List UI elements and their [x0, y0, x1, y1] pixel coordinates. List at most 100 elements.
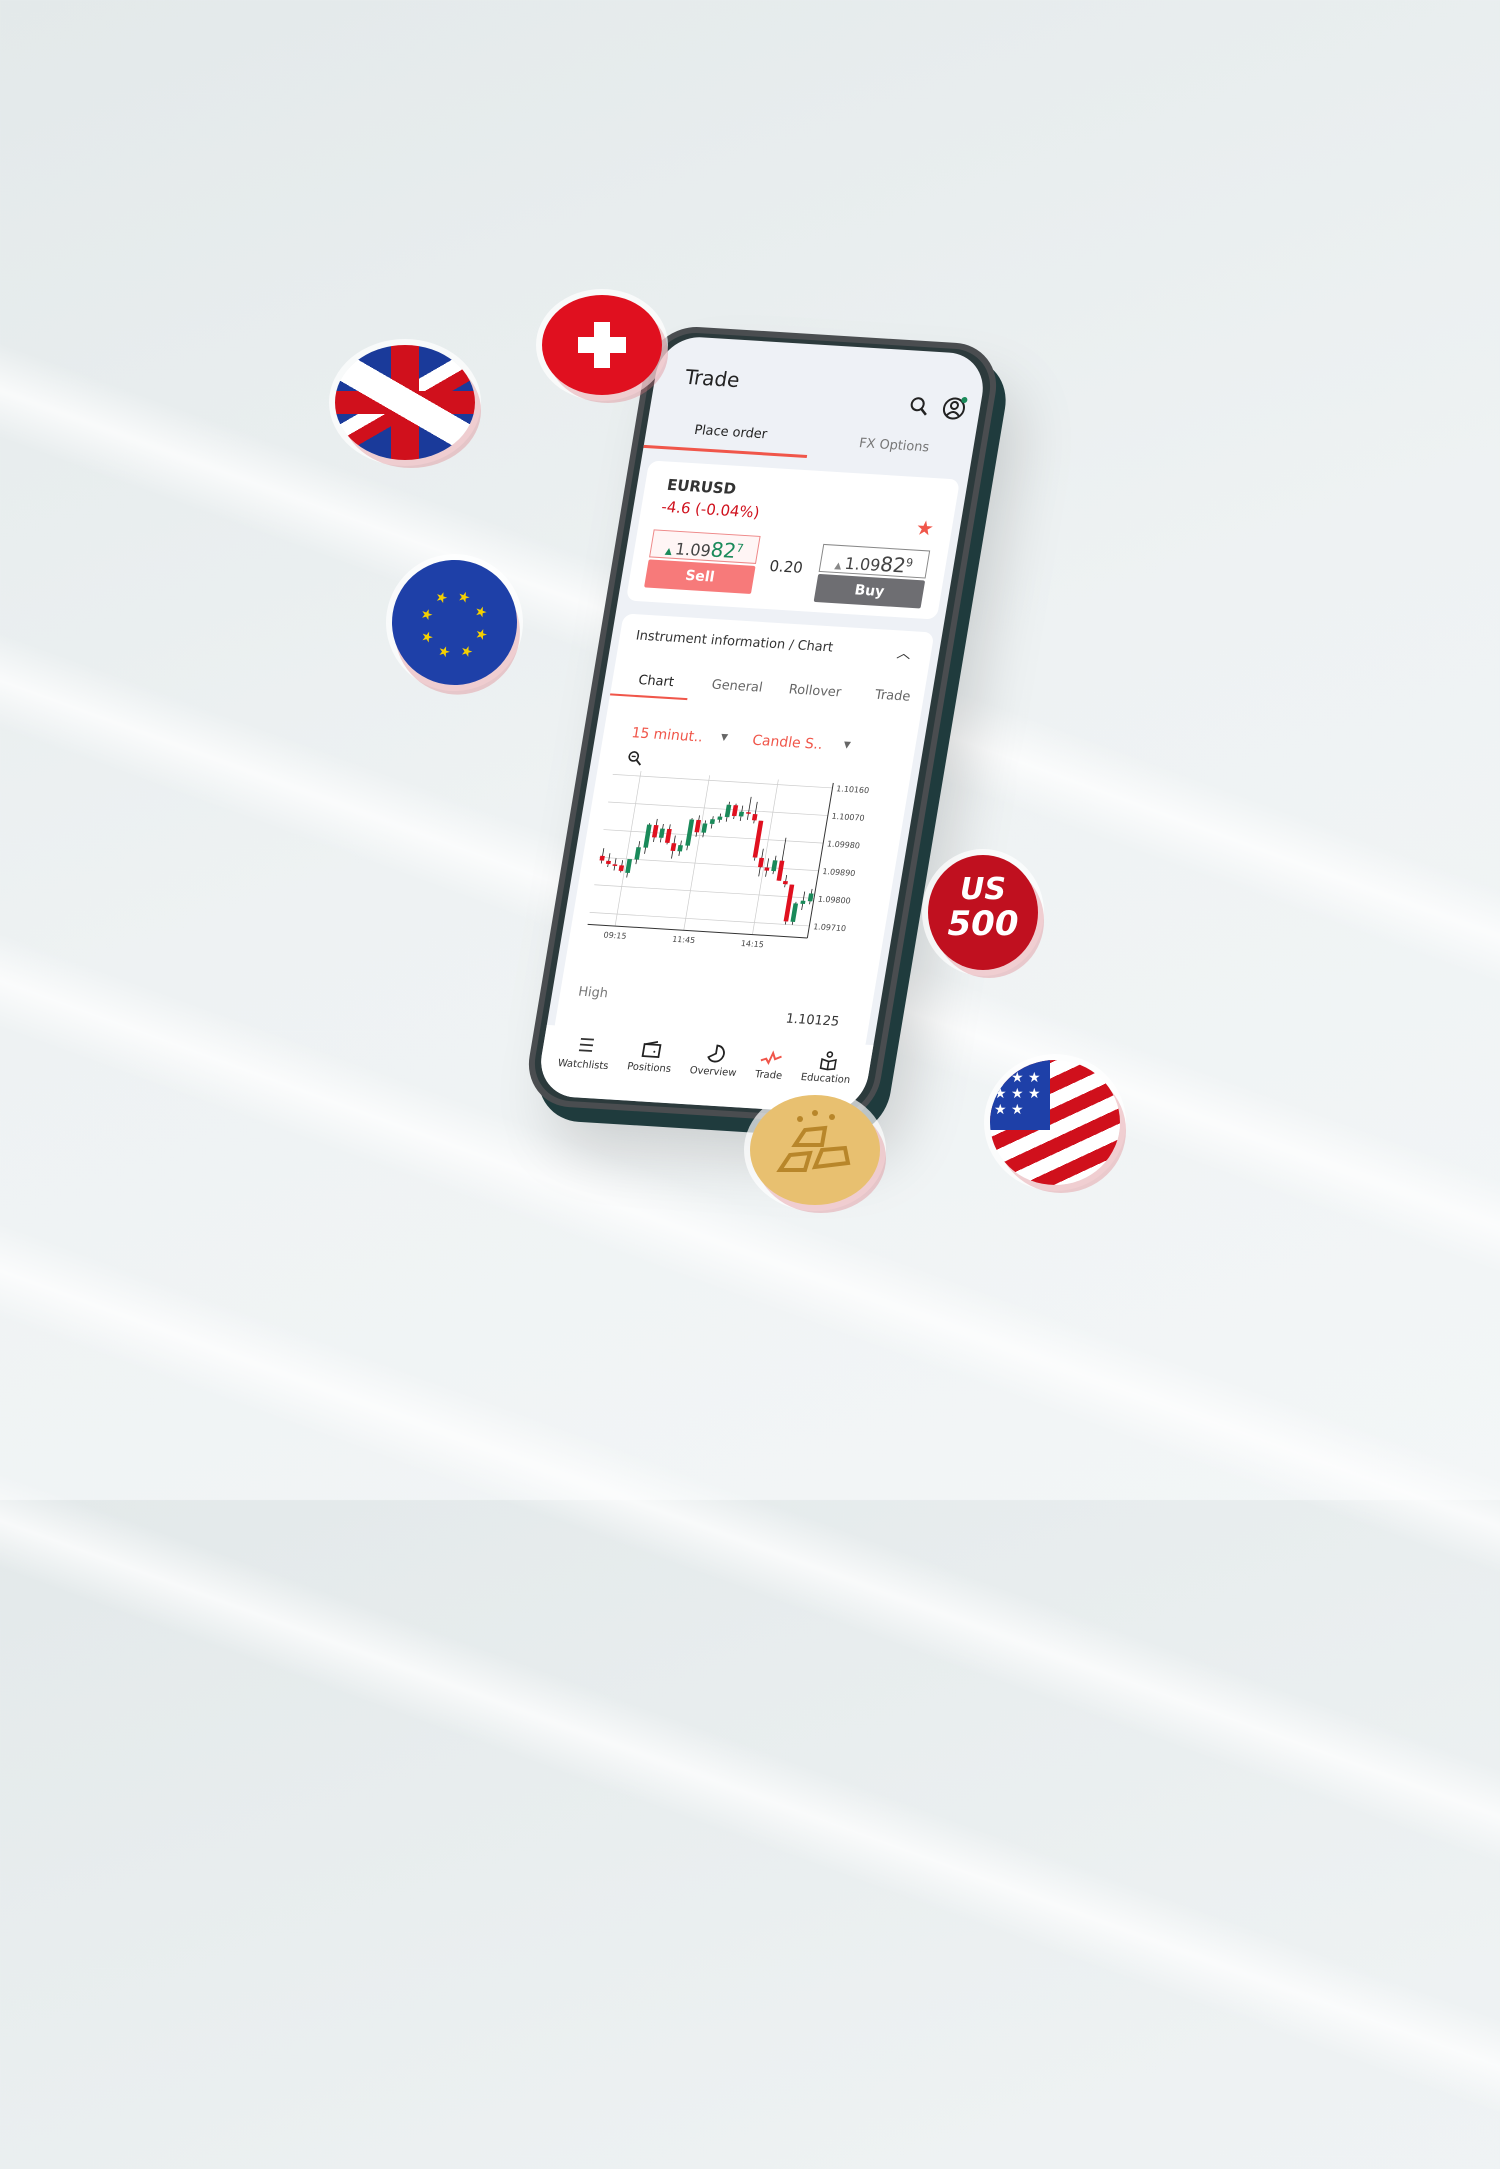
buy-button[interactable]: Buy [814, 574, 926, 609]
y-tick-label: 1.10160 [836, 784, 870, 795]
sell-button[interactable]: Sell [644, 559, 756, 594]
candle-body [685, 819, 694, 845]
candle-body [670, 843, 676, 851]
candle-body [600, 856, 605, 861]
candle-body [725, 805, 732, 818]
grid-line [613, 774, 833, 788]
nav-positions[interactable]: Positions [622, 1038, 676, 1103]
dropdown-icon[interactable]: ▼ [720, 733, 729, 743]
nav-watchlists[interactable]: ☰Watchlists [552, 1034, 613, 1099]
candle-body [758, 858, 764, 867]
candle-body [808, 893, 814, 901]
subtab-rollover[interactable]: Rollover [788, 682, 843, 700]
spread: 0.20 [768, 557, 804, 577]
grid-line [599, 857, 819, 871]
candle-body [717, 817, 722, 820]
instrument-info-panel: Instrument information / Chart ︿ Chart G… [553, 613, 934, 1052]
tab-place-order[interactable]: Place order [693, 423, 768, 442]
y-tick-label: 1.10070 [831, 812, 865, 823]
high-label: High [577, 984, 609, 1001]
instrument-symbol: EURUSD [666, 476, 738, 498]
nav-label: Trade [754, 1069, 783, 1082]
candle-body [643, 825, 651, 848]
candle-wick [747, 797, 751, 820]
x-tick-label: 14:15 [740, 939, 764, 949]
subtab-trade[interactable]: Trade [874, 688, 912, 705]
active-tab-indicator [643, 445, 807, 458]
buy-price-sup: 9 [905, 556, 914, 569]
y-axis [807, 783, 833, 938]
subtab-general[interactable]: General [710, 678, 763, 696]
grid-line [590, 912, 810, 926]
x-tick-label: 11:45 [672, 935, 696, 945]
candle-body [652, 825, 659, 838]
y-tick-label: 1.09980 [826, 839, 860, 850]
candle-body [771, 860, 777, 871]
list-icon: ☰ [576, 1035, 595, 1057]
candle-body [677, 845, 683, 851]
candle-body [612, 864, 617, 866]
buy-price-big: 82 [878, 552, 907, 578]
candle-body [634, 847, 641, 860]
instrument-card: EURUSD -4.6 (-0.04%) ★ ▲ 1.09827 Sell 0.… [626, 460, 960, 619]
buy-price[interactable]: ▲ 1.09829 [819, 544, 931, 579]
chart-type-select[interactable]: Candle S.. [751, 733, 824, 753]
chevron-up-icon[interactable]: ︿ [895, 643, 912, 664]
candle-body [619, 865, 624, 871]
uk-flag-coin [335, 345, 475, 460]
candle-body [659, 828, 665, 837]
grid-line [608, 802, 828, 816]
candle-body [710, 819, 715, 824]
subtab-chart[interactable]: Chart [637, 673, 675, 690]
sell-price-sup: 7 [735, 542, 744, 555]
page-title: Trade [683, 365, 741, 392]
dropdown-icon[interactable]: ▼ [843, 740, 852, 750]
reader-icon [817, 1050, 840, 1071]
tab-fx-options[interactable]: FX Options [858, 436, 930, 455]
x-tick-label: 09:15 [603, 930, 627, 940]
candle-body [665, 829, 672, 843]
swiss-flag-coin [542, 295, 662, 395]
y-tick-label: 1.09800 [817, 895, 851, 906]
nav-overview[interactable]: Overview [684, 1042, 741, 1107]
grid-line [684, 775, 710, 930]
sell-price[interactable]: ▲ 1.09827 [649, 529, 761, 564]
candle-body [746, 812, 751, 814]
subtab-indicator [610, 693, 688, 700]
y-tick-label: 1.09710 [812, 922, 846, 933]
candle-body [764, 867, 769, 870]
nav-label: Education [800, 1072, 851, 1086]
buy-price-main: 1.09 [843, 554, 881, 575]
us500-line1: US [928, 873, 1038, 907]
candle-body [701, 823, 707, 832]
candle-body [790, 903, 798, 922]
instrument-change: -4.6 (-0.04%) [660, 498, 761, 522]
candle-body [732, 805, 738, 816]
gold-coin [750, 1095, 880, 1205]
user-circle-icon[interactable] [940, 395, 970, 423]
candle-body [739, 812, 744, 817]
wallet-icon [641, 1039, 664, 1060]
nav-label: Watchlists [557, 1058, 609, 1072]
trade-line-icon [759, 1046, 784, 1067]
candle-body [800, 901, 805, 904]
us500-line2: 500 [928, 907, 1038, 941]
nav-label: Positions [626, 1061, 672, 1075]
gold-bars-icon [750, 1095, 880, 1205]
candlestick-chart[interactable]: 1.10160 1.10070 1.09980 1.09890 1.09800 1.097… [576, 759, 904, 962]
panel-title: Instrument information / Chart [635, 628, 835, 655]
candle-wick [608, 853, 610, 867]
candle-body [606, 861, 611, 864]
candle-body [694, 820, 701, 833]
grid-line [594, 885, 814, 899]
star-icon[interactable]: ★ [914, 515, 936, 540]
candle-body [752, 814, 758, 820]
nav-label: Overview [689, 1065, 737, 1079]
search-icon[interactable] [907, 395, 932, 418]
candle-body [777, 861, 785, 881]
us-flag-coin: ★ ★ ★★ ★ ★★ ★ [990, 1060, 1120, 1185]
interval-select[interactable]: 15 minut.. [630, 725, 704, 745]
sell-price-main: 1.09 [674, 539, 712, 560]
y-tick-label: 1.09890 [822, 867, 856, 878]
high-value: 1.10125 [785, 1011, 841, 1029]
